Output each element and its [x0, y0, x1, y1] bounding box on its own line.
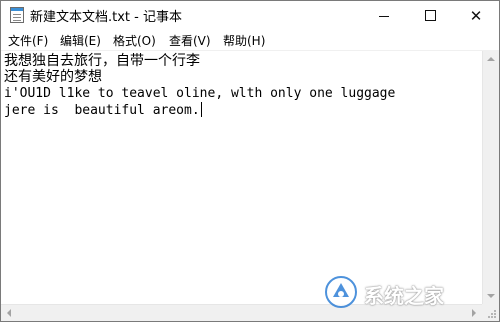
menu-bar: 文件(F) 编辑(E) 格式(O) 查看(V) 帮助(H)	[1, 30, 499, 51]
maximize-icon	[424, 10, 436, 21]
text-caret	[200, 102, 202, 117]
minimize-button[interactable]	[361, 1, 407, 30]
vertical-scrollbar[interactable]	[482, 51, 499, 304]
text-line-4-wrapper: jere is beautiful areom.	[4, 102, 202, 119]
menu-view[interactable]: 查看(V)	[169, 32, 211, 49]
scroll-up-arrow-icon[interactable]	[487, 57, 495, 61]
scroll-left-arrow-icon[interactable]	[7, 309, 11, 317]
text-line-2: 还有美好的梦想	[4, 69, 102, 85]
text-line-1: 我想独自去旅行，自带一个行李	[4, 53, 200, 69]
text-line-4: jere is beautiful areom.	[4, 103, 200, 118]
notepad-icon	[10, 7, 24, 23]
close-icon: ✕	[469, 6, 483, 25]
menu-help[interactable]: 帮助(H)	[223, 32, 265, 49]
menu-format[interactable]: 格式(O)	[113, 32, 156, 49]
menu-edit[interactable]: 编辑(E)	[60, 32, 101, 49]
title-bar[interactable]: 新建文本文档.txt - 记事本 ✕	[1, 1, 499, 30]
maximize-button[interactable]	[407, 1, 453, 30]
text-editor[interactable]: 我想独自去旅行，自带一个行李 还有美好的梦想 i'OU1D l1ke to te…	[1, 51, 482, 304]
watermark: 系统之家	[318, 272, 496, 314]
watermark-brand: 系统之家	[364, 284, 444, 308]
menu-file[interactable]: 文件(F)	[8, 32, 48, 49]
minimize-icon	[379, 16, 389, 17]
close-button[interactable]: ✕	[453, 1, 499, 30]
window-title: 新建文本文档.txt - 记事本	[30, 10, 182, 25]
xitongzhijia-logo	[325, 276, 357, 308]
text-line-3: i'OU1D l1ke to teavel oline, wlth only o…	[4, 86, 396, 101]
